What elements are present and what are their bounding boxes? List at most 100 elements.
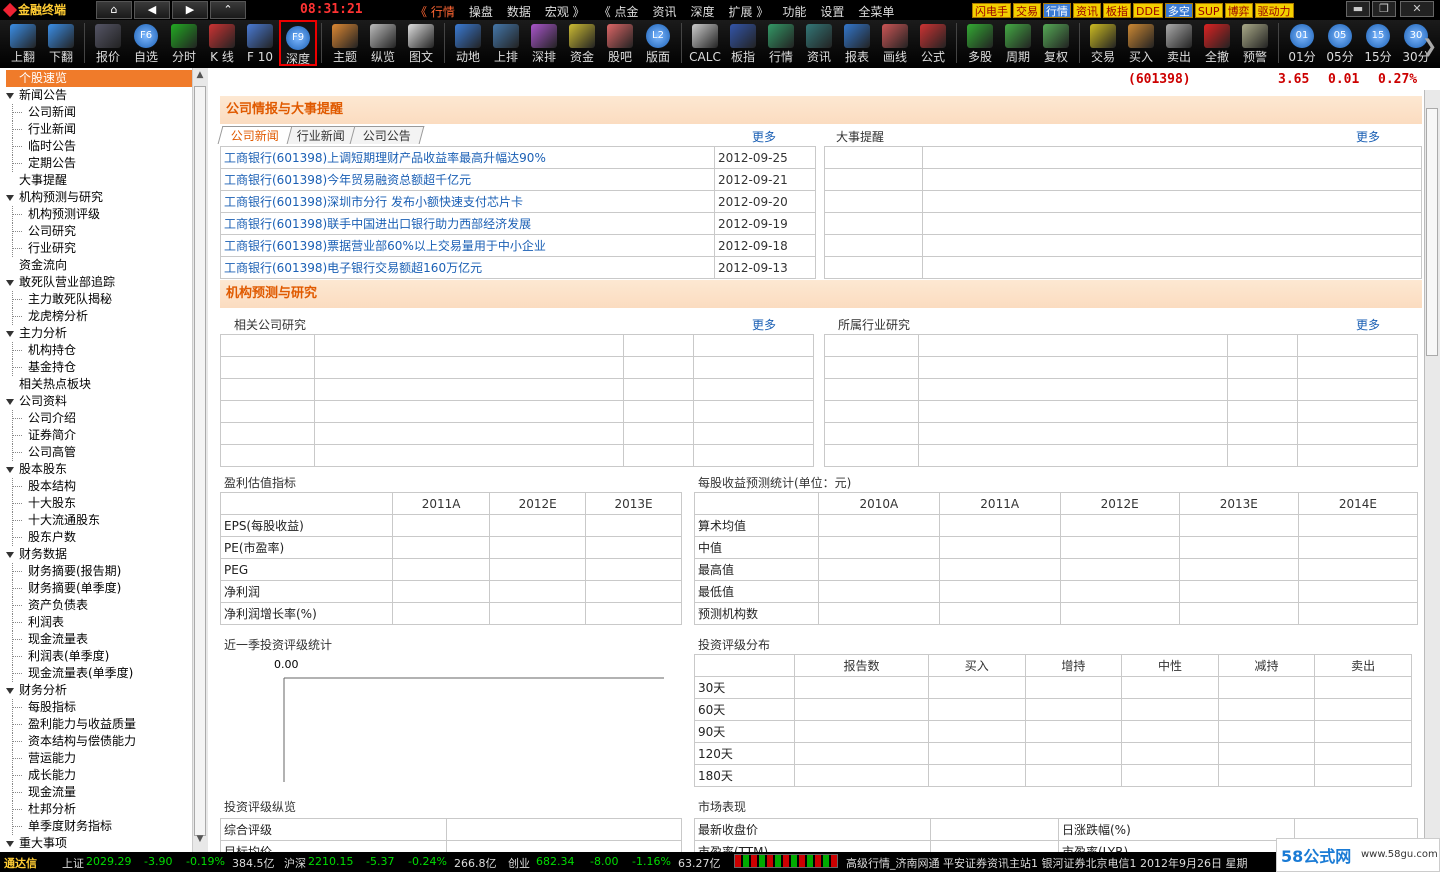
close-button[interactable]: ✕: [1400, 1, 1434, 17]
toolbar-button-12[interactable]: 上排: [487, 20, 525, 66]
nav-item[interactable]: 利润表: [0, 614, 192, 631]
expand-toggle-icon[interactable]: [6, 841, 14, 847]
toolbar-button-21[interactable]: 报表: [838, 20, 876, 66]
toolbar-button-2[interactable]: 报价: [89, 20, 127, 66]
sidebar-scroll-thumb[interactable]: [194, 86, 206, 836]
top-tag-button[interactable]: 闪电手: [972, 3, 1011, 18]
toolbar-button-5[interactable]: K 线: [203, 20, 241, 66]
top-tag-button[interactable]: SUP: [1194, 3, 1223, 18]
top-tag-button[interactable]: 博弈: [1224, 3, 1253, 18]
nav-item[interactable]: 公司高管: [0, 444, 192, 461]
news-row[interactable]: 工商银行(601398)联手中国进出口银行助力西部经济发展 2012-09-19: [220, 212, 816, 235]
toolbar-button-26[interactable]: 复权: [1037, 20, 1075, 66]
toolbar-button-17[interactable]: CALC: [686, 20, 724, 66]
nav-item[interactable]: 杜邦分析: [0, 801, 192, 818]
news-title-link[interactable]: 工商银行(601398)联手中国进出口银行助力西部经济发展: [220, 212, 715, 235]
toolbar-button-30[interactable]: 全撤: [1198, 20, 1236, 66]
nav-item[interactable]: 公司资料: [0, 393, 192, 410]
nav-item[interactable]: 股本结构: [0, 478, 192, 495]
news-tab[interactable]: 行业新闻: [283, 126, 359, 144]
nav-item[interactable]: 股本股东: [0, 461, 192, 478]
toolbar-button-16[interactable]: L2 版面: [639, 20, 677, 66]
back-button[interactable]: ◀: [134, 1, 170, 19]
news-row[interactable]: 工商银行(601398)上调短期理财产品收益率最高升幅达90% 2012-09-2…: [220, 146, 816, 169]
expand-toggle-icon[interactable]: [6, 552, 14, 558]
nav-item[interactable]: 成长能力: [0, 767, 192, 784]
forward-button[interactable]: ▶: [172, 1, 208, 19]
toolbar-button-11[interactable]: 动地: [449, 20, 487, 66]
nav-item[interactable]: 十大股东: [0, 495, 192, 512]
news-row[interactable]: 工商银行(601398)电子银行交易额超160万亿元 2012-09-13: [220, 256, 816, 279]
nav-item[interactable]: 相关热点板块: [0, 376, 192, 393]
cy-name[interactable]: 创业: [508, 855, 530, 871]
expand-toggle-icon[interactable]: [6, 280, 14, 286]
toolbar-button-29[interactable]: 卖出: [1160, 20, 1198, 66]
top-menu-item[interactable]: 全菜单: [851, 3, 901, 19]
company-research-more-link[interactable]: 更多: [752, 316, 776, 333]
expand-toggle-icon[interactable]: [6, 467, 14, 473]
nav-item[interactable]: 新闻公告: [0, 87, 192, 104]
news-title-link[interactable]: 工商银行(601398)今年贸易融资总额超千亿元: [220, 168, 715, 191]
toolbar-button-24[interactable]: 多股: [961, 20, 999, 66]
collapse-button[interactable]: ⌃: [210, 1, 246, 19]
top-menu-item[interactable]: 《 行情: [408, 3, 462, 19]
toolbar-button-20[interactable]: 资讯: [800, 20, 838, 66]
nav-item[interactable]: 主力敢死队揭秘: [0, 291, 192, 308]
nav-item[interactable]: 资本结构与偿债能力: [0, 733, 192, 750]
top-tag-button[interactable]: 交易: [1013, 3, 1041, 18]
nav-item[interactable]: 个股速览: [6, 70, 192, 87]
toolbar-button-23[interactable]: 公式: [914, 20, 952, 66]
nav-item[interactable]: 每股指标: [0, 699, 192, 716]
nav-item[interactable]: 利润表(单季度): [0, 648, 192, 665]
top-menu-item[interactable]: 操盘: [462, 3, 500, 19]
nav-item[interactable]: 资金流向: [0, 257, 192, 274]
sh-name[interactable]: 上证: [62, 855, 84, 871]
news-tab[interactable]: 公司公告: [349, 126, 425, 144]
toolbar-button-9[interactable]: 纵览: [364, 20, 402, 66]
toolbar-button-1[interactable]: 下翻: [42, 20, 80, 66]
nav-item[interactable]: 财务分析: [0, 682, 192, 699]
nav-item[interactable]: 重大事项: [0, 835, 192, 852]
toolbar-button-32[interactable]: 01 01分: [1283, 20, 1321, 66]
nav-item[interactable]: 定期公告: [0, 155, 192, 172]
nav-item[interactable]: 机构持仓: [0, 342, 192, 359]
toolbar-button-27[interactable]: 交易: [1084, 20, 1122, 66]
nav-item[interactable]: 现金流量表(单季度): [0, 665, 192, 682]
toolbar-button-3[interactable]: F6 自选: [127, 20, 165, 66]
nav-item[interactable]: 行业新闻: [0, 121, 192, 138]
nav-item[interactable]: 财务摘要(单季度): [0, 580, 192, 597]
toolbar-button-33[interactable]: 05 05分: [1321, 20, 1359, 66]
sidebar-scroll-up-icon[interactable]: ▲: [194, 70, 206, 84]
news-more-link[interactable]: 更多: [752, 128, 776, 145]
toolbar-button-8[interactable]: 主题: [326, 20, 364, 66]
toolbar-button-4[interactable]: 分时: [165, 20, 203, 66]
top-menu-item[interactable]: 深度: [684, 3, 722, 19]
nav-item[interactable]: 机构预测评级: [0, 206, 192, 223]
toolbar-button-18[interactable]: 板指: [724, 20, 762, 66]
nav-item[interactable]: 主力分析: [0, 325, 192, 342]
top-tag-button[interactable]: 资讯: [1073, 3, 1101, 18]
top-menu-item[interactable]: 资讯: [646, 3, 684, 19]
minimize-button[interactable]: ▬: [1346, 1, 1370, 17]
home-button[interactable]: ⌂: [96, 1, 132, 19]
toolbar-more-icon[interactable]: ❯: [1422, 36, 1437, 57]
top-tag-button[interactable]: 板指: [1103, 3, 1131, 18]
news-row[interactable]: 工商银行(601398)深圳市分行 发布小额快速支付芯片卡 2012-09-20: [220, 190, 816, 213]
nav-item[interactable]: 营运能力: [0, 750, 192, 767]
top-menu-item[interactable]: 宏观 》: [538, 3, 592, 19]
nav-item[interactable]: 公司新闻: [0, 104, 192, 121]
expand-toggle-icon[interactable]: [6, 399, 14, 405]
nav-item[interactable]: 财务摘要(报告期): [0, 563, 192, 580]
top-tag-button[interactable]: 多空: [1164, 3, 1193, 18]
toolbar-button-22[interactable]: 画线: [876, 20, 914, 66]
news-tab[interactable]: 公司新闻: [217, 126, 293, 144]
nav-item[interactable]: 龙虎榜分析: [0, 308, 192, 325]
news-row[interactable]: 工商银行(601398)票据营业部60%以上交易量用于中小企业 2012-09-1…: [220, 234, 816, 257]
nav-item[interactable]: 基金持仓: [0, 359, 192, 376]
nav-item[interactable]: 临时公告: [0, 138, 192, 155]
nav-item[interactable]: 大事提醒: [0, 172, 192, 189]
top-menu-item[interactable]: 设置: [813, 3, 851, 19]
top-menu-item[interactable]: 功能: [775, 3, 813, 19]
nav-item[interactable]: 行业研究: [0, 240, 192, 257]
toolbar-button-15[interactable]: 股吧: [601, 20, 639, 66]
